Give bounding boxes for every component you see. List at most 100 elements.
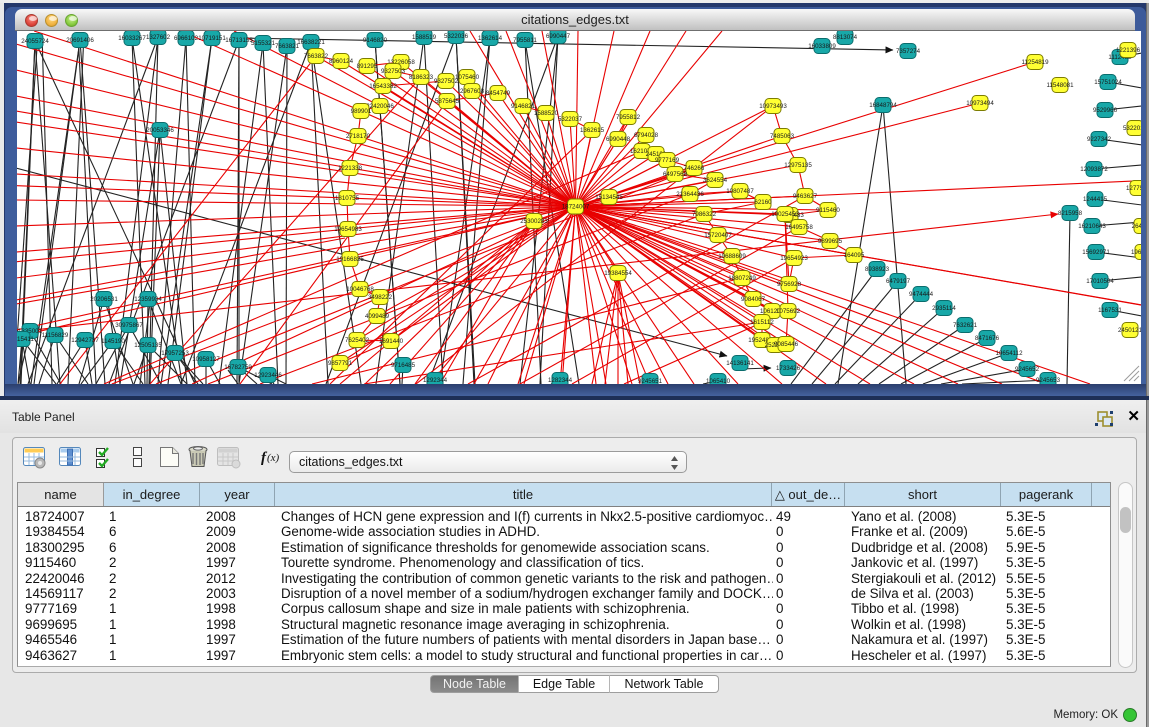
svg-text:10046768: 10046768 [346, 286, 374, 293]
svg-text:25300283: 25300283 [520, 218, 548, 225]
svg-text:9085446: 9085446 [774, 341, 799, 348]
svg-text:8186323: 8186323 [409, 74, 434, 81]
svg-text:1244415: 1244415 [1083, 196, 1108, 203]
svg-text:18807249: 18807249 [728, 275, 756, 282]
svg-text:9474444: 9474444 [909, 291, 934, 298]
svg-text:19384554: 19384554 [604, 270, 632, 277]
svg-text:10973493: 10973493 [759, 103, 787, 110]
svg-text:1733426: 1733426 [776, 365, 801, 372]
svg-text:1065410: 1065410 [706, 378, 731, 384]
svg-text:1075460: 1075460 [455, 74, 480, 81]
svg-text:20206531: 20206531 [90, 296, 118, 303]
svg-text:19654923: 19654923 [780, 255, 808, 262]
svg-text:19654983: 19654983 [334, 226, 362, 233]
svg-text:62160: 62160 [754, 199, 772, 206]
svg-text:7955811: 7955811 [513, 37, 537, 44]
svg-text:9529966: 9529966 [1093, 107, 1118, 114]
svg-text:5322037: 5322037 [558, 116, 583, 123]
svg-text:12942737: 12942737 [71, 337, 99, 344]
svg-text:17957253: 17957253 [161, 350, 189, 357]
svg-text:11548081: 11548081 [1046, 82, 1074, 89]
svg-text:9245653: 9245653 [1036, 377, 1061, 384]
svg-text:1327602: 1327602 [146, 34, 171, 41]
svg-text:5875645: 5875645 [435, 98, 460, 105]
svg-text:1691440: 1691440 [379, 338, 404, 345]
svg-text:1221396: 1221396 [1116, 47, 1141, 54]
svg-text:12505135: 12505135 [134, 342, 162, 349]
svg-text:12975135: 12975135 [784, 162, 812, 169]
svg-text:4099489: 4099489 [365, 313, 390, 320]
svg-text:7663822: 7663822 [304, 53, 329, 60]
svg-text:1167531: 1167531 [1098, 307, 1122, 314]
svg-text:16033267: 16033267 [118, 35, 146, 42]
svg-text:1588519: 1588519 [412, 34, 437, 41]
svg-text:1221338: 1221338 [338, 165, 363, 172]
svg-text:12923446: 12923446 [254, 372, 282, 379]
svg-text:10807487: 10807487 [726, 188, 754, 195]
svg-text:18724007: 18724007 [562, 204, 590, 211]
svg-text:10973494: 10973494 [966, 100, 994, 107]
svg-text:9777169: 9777169 [655, 157, 680, 164]
svg-text:1965121: 1965121 [1131, 249, 1141, 256]
svg-text:9146821: 9146821 [511, 103, 536, 110]
svg-text:9245651: 9245651 [638, 378, 663, 384]
svg-text:1810755: 1810755 [335, 195, 360, 202]
svg-text:9115460: 9115460 [816, 207, 840, 214]
svg-text:30975867: 30975867 [115, 322, 143, 329]
svg-text:10719151: 10719151 [198, 35, 226, 42]
svg-text:7955812: 7955812 [616, 114, 641, 121]
svg-text:1588520: 1588520 [534, 110, 559, 117]
svg-text:16848794: 16848794 [869, 102, 897, 109]
svg-text:264101: 264101 [1132, 223, 1141, 230]
svg-text:8960124: 8960124 [329, 58, 354, 65]
svg-text:15751024: 15751024 [1094, 79, 1122, 86]
svg-text:16638221: 16638221 [297, 39, 325, 46]
svg-text:9899695: 9899695 [818, 238, 843, 245]
svg-text:15720407: 15720407 [704, 232, 732, 239]
svg-text:8471676: 8471676 [975, 335, 1000, 342]
svg-text:17010504: 17010504 [1086, 278, 1114, 285]
svg-text:891295: 891295 [357, 63, 378, 70]
svg-text:1075692: 1075692 [776, 308, 801, 315]
svg-text:8454749: 8454749 [486, 90, 511, 97]
svg-text:14136141: 14136141 [726, 360, 754, 367]
svg-text:1292344: 1292344 [423, 377, 448, 384]
svg-text:8938923: 8938923 [865, 266, 890, 273]
svg-text:16543382: 16543382 [369, 83, 397, 90]
svg-text:3915411: 3915411 [17, 336, 34, 343]
svg-text:15134545: 15134545 [595, 194, 623, 201]
svg-text:3624554: 3624554 [703, 177, 728, 184]
svg-text:1277512: 1277512 [1126, 185, 1141, 192]
svg-text:21364436: 21364436 [676, 191, 704, 198]
svg-text:20053346: 20053346 [146, 127, 174, 134]
svg-text:16210643: 16210643 [1078, 223, 1106, 230]
svg-text:1362614: 1362614 [478, 35, 503, 42]
svg-text:5155321: 5155321 [251, 40, 276, 47]
svg-text:7632621: 7632621 [953, 322, 978, 329]
svg-text:2718170: 2718170 [346, 133, 371, 140]
svg-text:9084067: 9084067 [741, 296, 766, 303]
svg-text:7485063: 7485063 [770, 133, 795, 140]
svg-text:9756928: 9756928 [777, 281, 802, 288]
svg-text:9463627: 9463627 [793, 193, 818, 200]
svg-text:10025453: 10025453 [771, 211, 799, 218]
svg-text:1282344: 1282344 [548, 377, 573, 384]
svg-text:12093872: 12093872 [1080, 166, 1108, 173]
svg-text:10654112: 10654112 [995, 350, 1023, 357]
svg-text:20691406: 20691406 [66, 37, 94, 44]
svg-text:5322036: 5322036 [444, 33, 469, 40]
svg-text:1615112: 1615112 [750, 319, 774, 326]
svg-text:7986322: 7986322 [692, 211, 717, 218]
svg-text:16495758: 16495758 [785, 224, 813, 231]
svg-text:9245652: 9245652 [1015, 366, 1040, 373]
svg-text:6966102: 6966102 [174, 35, 199, 42]
svg-text:12359934: 12359934 [134, 296, 162, 303]
svg-text:6497568: 6497568 [663, 171, 688, 178]
svg-text:6990447: 6990447 [546, 33, 571, 40]
svg-text:2935114: 2935114 [932, 305, 956, 312]
svg-text:1145190: 1145190 [101, 338, 125, 345]
svg-text:2450121: 2450121 [1118, 327, 1141, 334]
svg-text:10688609: 10688609 [718, 253, 746, 260]
svg-text:24055724: 24055724 [21, 38, 49, 45]
svg-text:16782759: 16782759 [224, 364, 252, 371]
